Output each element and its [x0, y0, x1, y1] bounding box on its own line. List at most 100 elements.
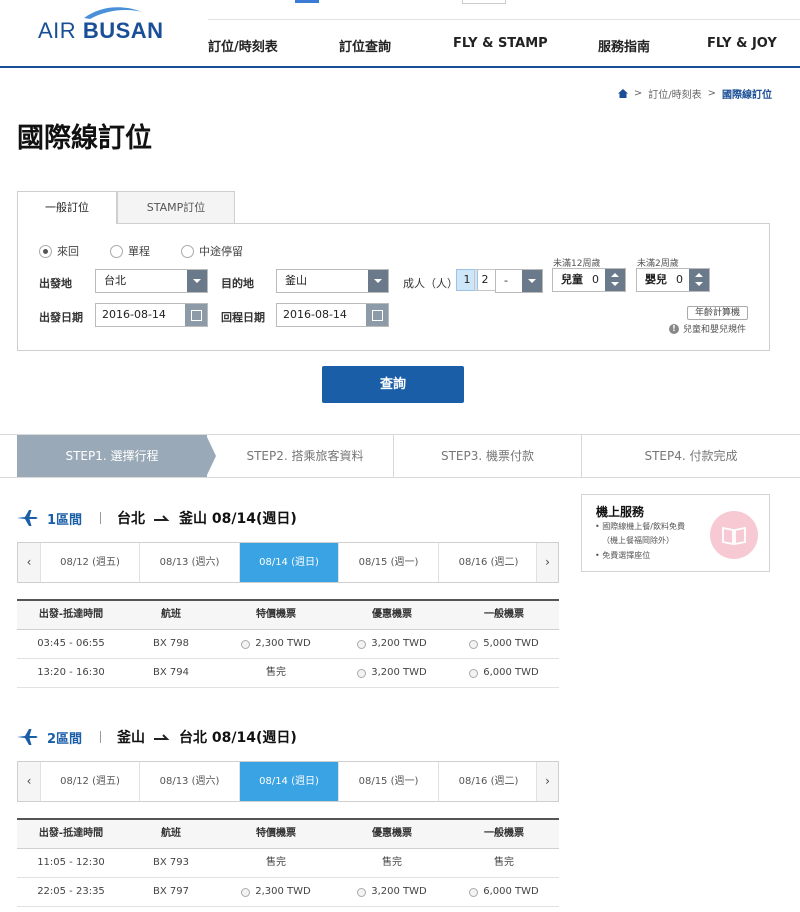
- flight-time: 03:45 - 06:55: [37, 638, 105, 649]
- step-arrow-icon: [206, 435, 216, 477]
- radio-label: 中途停留: [199, 245, 243, 258]
- fare-option[interactable]: 3,200 TWD: [335, 878, 449, 906]
- calendar-icon[interactable]: [185, 304, 207, 326]
- breadcrumb-level1[interactable]: 訂位/時刻表: [648, 86, 701, 101]
- date-tab[interactable]: 08/12 (週五): [40, 762, 139, 801]
- depart-date-input[interactable]: 2016-08-14: [95, 303, 208, 327]
- breadcrumb: > 訂位/時刻表 > 國際線訂位: [617, 86, 772, 101]
- tab-general-booking[interactable]: 一般訂位: [17, 191, 117, 224]
- chevron-left-icon: ‹: [26, 774, 32, 788]
- fare-option[interactable]: 5,000 TWD: [449, 630, 559, 658]
- child-stepper[interactable]: 兒童 0: [552, 268, 626, 292]
- origin-value: 台北: [104, 274, 126, 287]
- logo-busan-text: BUSAN: [82, 18, 164, 43]
- fare-price: 2,300 TWD: [255, 886, 311, 897]
- next-date-button[interactable]: ›: [536, 762, 558, 801]
- adult-more-select[interactable]: -: [495, 269, 543, 293]
- prev-date-button[interactable]: ‹: [18, 762, 40, 801]
- age-calculator-button[interactable]: 年齡計算機: [687, 306, 748, 320]
- origin-select[interactable]: 台北: [95, 269, 208, 293]
- gnb-booking-inquiry[interactable]: 訂位查詢: [339, 36, 391, 55]
- chevron-right-icon: ›: [545, 774, 550, 788]
- booking-steps: STEP1. 選擇行程 STEP2. 搭乘旅客資料 STEP3. 機票付款 ST…: [0, 434, 800, 478]
- column-header: 一般機票: [484, 828, 524, 839]
- radio-icon[interactable]: [469, 639, 479, 649]
- date-tab[interactable]: 08/14 (週日): [239, 762, 338, 801]
- radio-icon: [181, 244, 194, 258]
- home-icon[interactable]: [617, 89, 628, 98]
- table-row: 03:45 - 06:55 BX 798 2,300 TWD 3,200 TWD…: [17, 630, 559, 659]
- date-tab[interactable]: 08/12 (週五): [40, 543, 139, 582]
- date-tab[interactable]: 08/13 (週六): [139, 543, 239, 582]
- gnb-fly-stamp[interactable]: FLY & STAMP: [453, 36, 548, 51]
- radio-round-trip[interactable]: 來回: [39, 243, 79, 259]
- infant-stepper[interactable]: 嬰兒 0: [636, 268, 710, 292]
- date-tab[interactable]: 08/13 (週六): [139, 762, 239, 801]
- date-tab[interactable]: 08/15 (週一): [338, 762, 438, 801]
- fare-option[interactable]: 3,200 TWD: [335, 659, 449, 687]
- segment-header: 1區間 台北 釜山 08/14(週日): [17, 508, 297, 528]
- radio-icon[interactable]: [357, 668, 367, 678]
- gnb-fly-joy[interactable]: FLY & JOY: [707, 36, 777, 51]
- chevron-right-icon: >: [633, 88, 643, 99]
- segment-header: 2區間 釜山 台北 08/14(週日): [17, 727, 297, 747]
- stepper-arrows-icon[interactable]: [689, 269, 709, 291]
- radio-icon[interactable]: [241, 639, 251, 649]
- dest-select[interactable]: 釜山: [276, 269, 389, 293]
- air-busan-logo[interactable]: AIR BUSAN: [38, 4, 163, 44]
- fare-price: 3,200 TWD: [371, 638, 427, 649]
- column-header: 優惠機票: [372, 609, 412, 620]
- chevron-down-icon[interactable]: [368, 270, 388, 292]
- chevron-right-icon: >: [707, 88, 716, 99]
- side-line-text: 國際線機上餐/飲料免費: [602, 522, 685, 531]
- column-header: 出發-抵達時間: [38, 609, 104, 620]
- fare-option[interactable]: 3,200 TWD: [335, 630, 449, 658]
- radio-stopover[interactable]: 中途停留: [181, 243, 243, 259]
- fare-option[interactable]: 6,000 TWD: [449, 659, 559, 687]
- stepper-arrows-icon[interactable]: [605, 269, 625, 291]
- child-infant-note[interactable]: ! 兒童和嬰兒規件: [669, 322, 746, 335]
- return-date-input[interactable]: 2016-08-14: [276, 303, 389, 327]
- radio-one-way[interactable]: 單程: [110, 243, 150, 259]
- chevron-left-icon: ‹: [26, 555, 32, 569]
- step-4: STEP4. 付款完成: [644, 449, 738, 463]
- chevron-down-icon[interactable]: [522, 270, 542, 292]
- side-line-text: 免費選擇座位: [602, 551, 651, 560]
- route-from: 釜山: [117, 730, 146, 746]
- adult-option-2[interactable]: 2: [474, 269, 496, 291]
- radio-icon[interactable]: [469, 668, 479, 678]
- route-from: 台北: [117, 511, 146, 527]
- page-title: 國際線訂位: [17, 123, 152, 154]
- route-to: 釜山 08/14(週日): [179, 511, 297, 527]
- date-tab[interactable]: 08/16 (週二): [438, 762, 538, 801]
- flight-time: 13:20 - 16:30: [37, 667, 105, 678]
- radio-icon[interactable]: [241, 887, 251, 897]
- radio-icon[interactable]: [357, 639, 367, 649]
- chevron-down-icon[interactable]: [187, 270, 207, 292]
- tab-stamp-booking[interactable]: STAMP訂位: [117, 191, 235, 224]
- infant-count: 0: [676, 273, 683, 286]
- next-date-button[interactable]: ›: [536, 543, 558, 582]
- prev-date-button[interactable]: ‹: [18, 543, 40, 582]
- depart-date-label: 出發日期: [39, 311, 83, 324]
- info-icon: !: [669, 323, 679, 334]
- date-tab[interactable]: 08/14 (週日): [239, 543, 338, 582]
- dest-label: 目的地: [221, 277, 254, 290]
- date-tab[interactable]: 08/16 (週二): [438, 543, 538, 582]
- search-button[interactable]: 查詢: [322, 366, 464, 403]
- fare-option[interactable]: 6,000 TWD: [449, 878, 559, 906]
- fare-price: 3,200 TWD: [371, 886, 427, 897]
- calendar-icon[interactable]: [366, 304, 388, 326]
- gnb-service-guide[interactable]: 服務指南: [598, 36, 650, 55]
- column-header: 航班: [161, 609, 181, 620]
- radio-icon[interactable]: [357, 887, 367, 897]
- top-util-mark[interactable]: [295, 0, 319, 3]
- fare-option[interactable]: 2,300 TWD: [217, 878, 335, 906]
- gnb-booking-schedule[interactable]: 訂位/時刻表: [208, 36, 278, 55]
- top-util-select[interactable]: [462, 0, 506, 4]
- date-tab[interactable]: 08/15 (週一): [338, 543, 438, 582]
- radio-icon[interactable]: [469, 887, 479, 897]
- fare-option[interactable]: 2,300 TWD: [217, 630, 335, 658]
- radio-selected-icon: [39, 244, 52, 258]
- segment-divider: [100, 731, 102, 743]
